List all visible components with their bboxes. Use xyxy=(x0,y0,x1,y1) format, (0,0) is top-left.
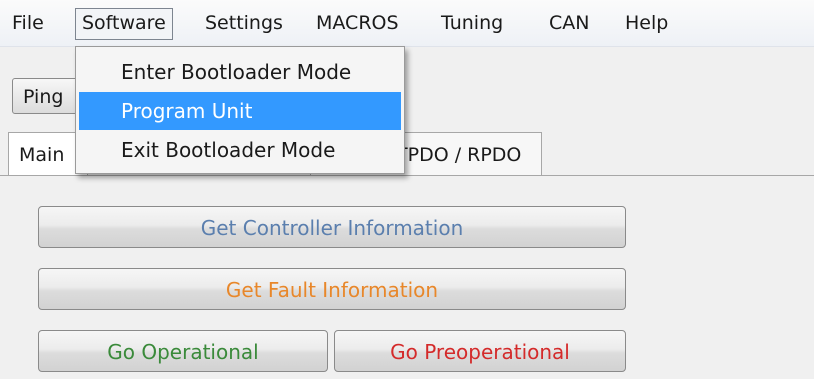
menu-bar: File Software Settings MACROS Tuning CAN… xyxy=(0,0,814,47)
menu-item-program-unit[interactable]: Program Unit xyxy=(79,92,401,130)
menu-help[interactable]: Help xyxy=(619,8,674,38)
menu-tuning[interactable]: Tuning xyxy=(435,8,509,38)
menu-item-exit-bootloader-mode[interactable]: Exit Bootloader Mode xyxy=(79,131,401,169)
software-dropdown-menu: Enter Bootloader Mode Program Unit Exit … xyxy=(75,46,405,174)
menu-settings[interactable]: Settings xyxy=(199,8,289,38)
main-panel: Get Controller Information Get Fault Inf… xyxy=(0,176,814,379)
menu-file[interactable]: File xyxy=(6,8,50,38)
menu-software[interactable]: Software xyxy=(75,8,173,40)
go-preoperational-button[interactable]: Go Preoperational xyxy=(334,330,626,372)
get-fault-information-button[interactable]: Get Fault Information xyxy=(38,268,626,310)
go-operational-button[interactable]: Go Operational xyxy=(38,330,328,372)
menu-macros[interactable]: MACROS xyxy=(310,8,405,38)
ping-button[interactable]: Ping xyxy=(12,78,82,114)
menu-item-enter-bootloader-mode[interactable]: Enter Bootloader Mode xyxy=(79,53,401,91)
menu-can[interactable]: CAN xyxy=(543,8,595,38)
get-controller-information-button[interactable]: Get Controller Information xyxy=(38,206,626,248)
